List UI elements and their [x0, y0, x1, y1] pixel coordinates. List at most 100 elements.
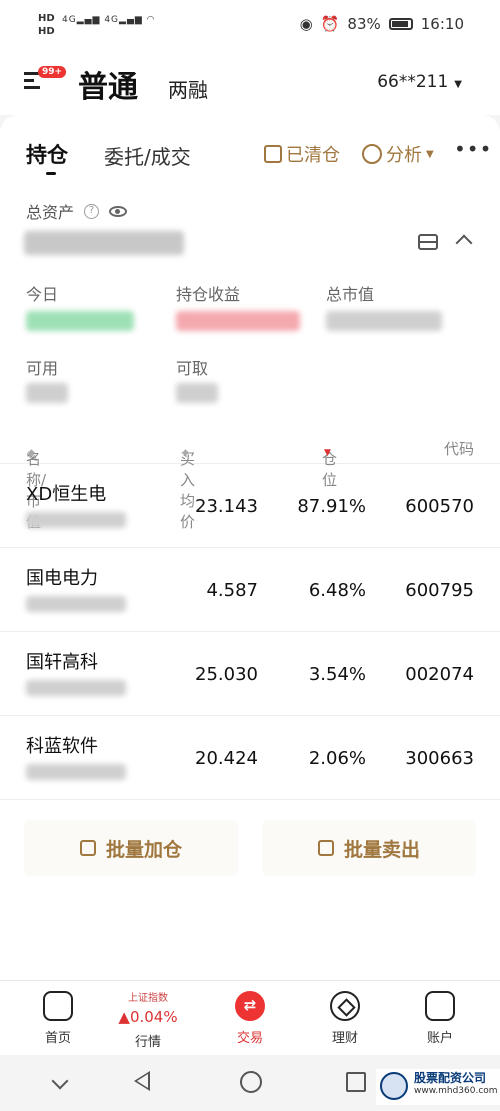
total-assets-label-row: 总资产 ?: [26, 199, 128, 223]
home-icon: [43, 991, 73, 1021]
metric-market-value-masked: [326, 311, 442, 331]
index-change: ▲0.04%: [118, 1008, 178, 1026]
top-nav: 持仓 委托/成交 已清仓 分析 ▼ •••: [26, 137, 491, 175]
metric-profit-label: 持仓收益: [176, 285, 241, 304]
nav-market[interactable]: 上证指数 ▲0.04% 行情: [108, 989, 188, 1050]
total-assets-value-masked: [24, 231, 184, 255]
position-pct: 2.06%: [308, 748, 366, 769]
sort-icon: ◆: [28, 448, 35, 458]
avg-cost: 20.424: [195, 748, 258, 769]
nav-home[interactable]: 首页: [18, 991, 98, 1046]
diamond-icon: [330, 991, 360, 1021]
metric-today-value-masked: [26, 311, 134, 331]
metric-available-value-masked: [26, 383, 68, 403]
tab-normal[interactable]: 普通: [78, 62, 138, 106]
analysis-button[interactable]: 分析 ▼: [362, 141, 434, 167]
back-icon[interactable]: [134, 1071, 150, 1091]
app-header: 99+ 普通 两融 66**211 ▼: [0, 50, 500, 115]
clock: 16:10: [420, 15, 464, 33]
nav-wealth[interactable]: 理财: [305, 991, 385, 1046]
eye-icon[interactable]: [109, 205, 128, 217]
stock-code: 600570: [405, 496, 474, 517]
trade-icon: ⇄: [235, 991, 265, 1021]
watermark-url: www.mhd360.com: [414, 1086, 498, 1096]
bottom-nav: 首页 上证指数 ▲0.04% 行情 ⇄ 交易 理财 账户: [0, 980, 500, 1055]
nav-market-label: 行情: [134, 1035, 161, 1050]
position-pct: 6.48%: [308, 580, 366, 601]
nav-home-label: 首页: [44, 1031, 71, 1046]
sell-icon: [317, 840, 334, 856]
watermark-title: 股票配资公司: [414, 1071, 487, 1085]
batch-sell-button[interactable]: 批量卖出: [262, 820, 476, 876]
battery-percent: 83%: [347, 15, 381, 33]
col-code: 代码: [443, 440, 474, 458]
stock-name: 国电电力: [26, 568, 98, 589]
avg-cost: 25.030: [195, 664, 258, 685]
trend-icon: [362, 144, 382, 164]
cleared-label: 已清仓: [286, 145, 340, 166]
help-icon[interactable]: ?: [84, 203, 100, 219]
chevron-down-icon[interactable]: [51, 1072, 69, 1090]
market-value-masked: [26, 764, 126, 780]
metric-withdrawable-value-masked: [176, 383, 218, 403]
table-header: ✎ 名称/市值◆ 买入均价◆ 仓位▼ 代码: [0, 428, 500, 531]
metric-withdrawable-label: 可取: [176, 359, 209, 378]
tab-holdings[interactable]: 持仓: [26, 139, 68, 175]
metric-today-label: 今日: [26, 285, 59, 304]
signal-label: 4G: [104, 15, 120, 25]
batch-add-button[interactable]: 批量加仓: [24, 820, 238, 876]
menu-icon[interactable]: [24, 72, 40, 92]
status-bar: HD HD 4G▂▄▆ 4G▂▄▆ ◠ ◉ ⏰ 83% 16:10: [0, 0, 500, 50]
stock-name: 国轩高科: [26, 652, 98, 673]
table-row[interactable]: 国电电力 4.587 6.48% 600795: [0, 548, 500, 632]
watermark-logo: [380, 1072, 408, 1100]
tab-orders[interactable]: 委托/成交: [104, 141, 191, 170]
add-position-icon: [79, 840, 96, 856]
hd-indicators: HD HD: [38, 12, 55, 38]
account-selector[interactable]: 66**211 ▼: [377, 72, 462, 92]
nav-trade-label: 交易: [236, 1031, 263, 1046]
sort-icon: ◆: [182, 448, 189, 458]
table-row[interactable]: 国轩高科 25.030 3.54% 002074: [0, 632, 500, 716]
avg-cost: 4.587: [206, 580, 258, 601]
stock-name: 科蓝软件: [26, 736, 98, 757]
total-assets-label: 总资产: [26, 203, 75, 222]
position-pct: 87.91%: [297, 496, 366, 517]
eye-status-icon: ◉: [299, 15, 313, 33]
nav-account[interactable]: 账户: [400, 991, 480, 1046]
hd-label: HD: [38, 26, 55, 37]
stock-code: 002074: [405, 664, 474, 685]
analysis-label: 分析: [386, 145, 422, 166]
account-icon: [425, 991, 455, 1021]
chevron-down-icon: ▼: [454, 79, 462, 90]
collapse-icon[interactable]: [455, 234, 473, 252]
tab-margin[interactable]: 两融: [168, 74, 208, 103]
nav-wealth-label: 理财: [331, 1031, 358, 1046]
avg-cost: 23.143: [195, 496, 258, 517]
cleared-button[interactable]: 已清仓: [264, 141, 340, 167]
notification-badge: 99+: [38, 66, 67, 78]
stock-code: 300663: [405, 748, 474, 769]
table-row[interactable]: XD恒生电 23.143 87.91% 600570: [0, 464, 500, 548]
battery-icon: [388, 18, 413, 30]
more-icon[interactable]: •••: [454, 137, 492, 161]
sort-desc-icon: ▼: [324, 448, 331, 458]
nav-trade[interactable]: ⇄ 交易: [210, 991, 290, 1046]
hd-label: HD: [38, 13, 55, 24]
recents-icon[interactable]: [346, 1072, 366, 1092]
table-row[interactable]: 科蓝软件 20.424 2.06% 300663: [0, 716, 500, 800]
market-value-masked: [26, 512, 126, 528]
metric-market-value-label: 总市值: [326, 285, 375, 304]
account-number: 66**211: [377, 72, 449, 92]
market-value-masked: [26, 596, 126, 612]
list-toggle-icon[interactable]: [418, 234, 438, 250]
positions-card: 持仓 委托/成交 已清仓 分析 ▼ ••• 总资产 ? 今日 持仓收益 总市值 …: [0, 115, 500, 980]
system-nav-bar: 股票配资公司 www.mhd360.com: [0, 1055, 500, 1111]
status-right: ◉ ⏰ 83% 16:10: [300, 15, 464, 33]
signal-icons: 4G▂▄▆ 4G▂▄▆ ◠: [62, 15, 156, 25]
stock-code: 600795: [405, 580, 474, 601]
caret-down-icon: ▼: [426, 148, 434, 160]
home-circle-icon[interactable]: [240, 1071, 262, 1093]
batch-add-label: 批量加仓: [105, 838, 182, 861]
signal-label: 4G: [62, 15, 77, 25]
